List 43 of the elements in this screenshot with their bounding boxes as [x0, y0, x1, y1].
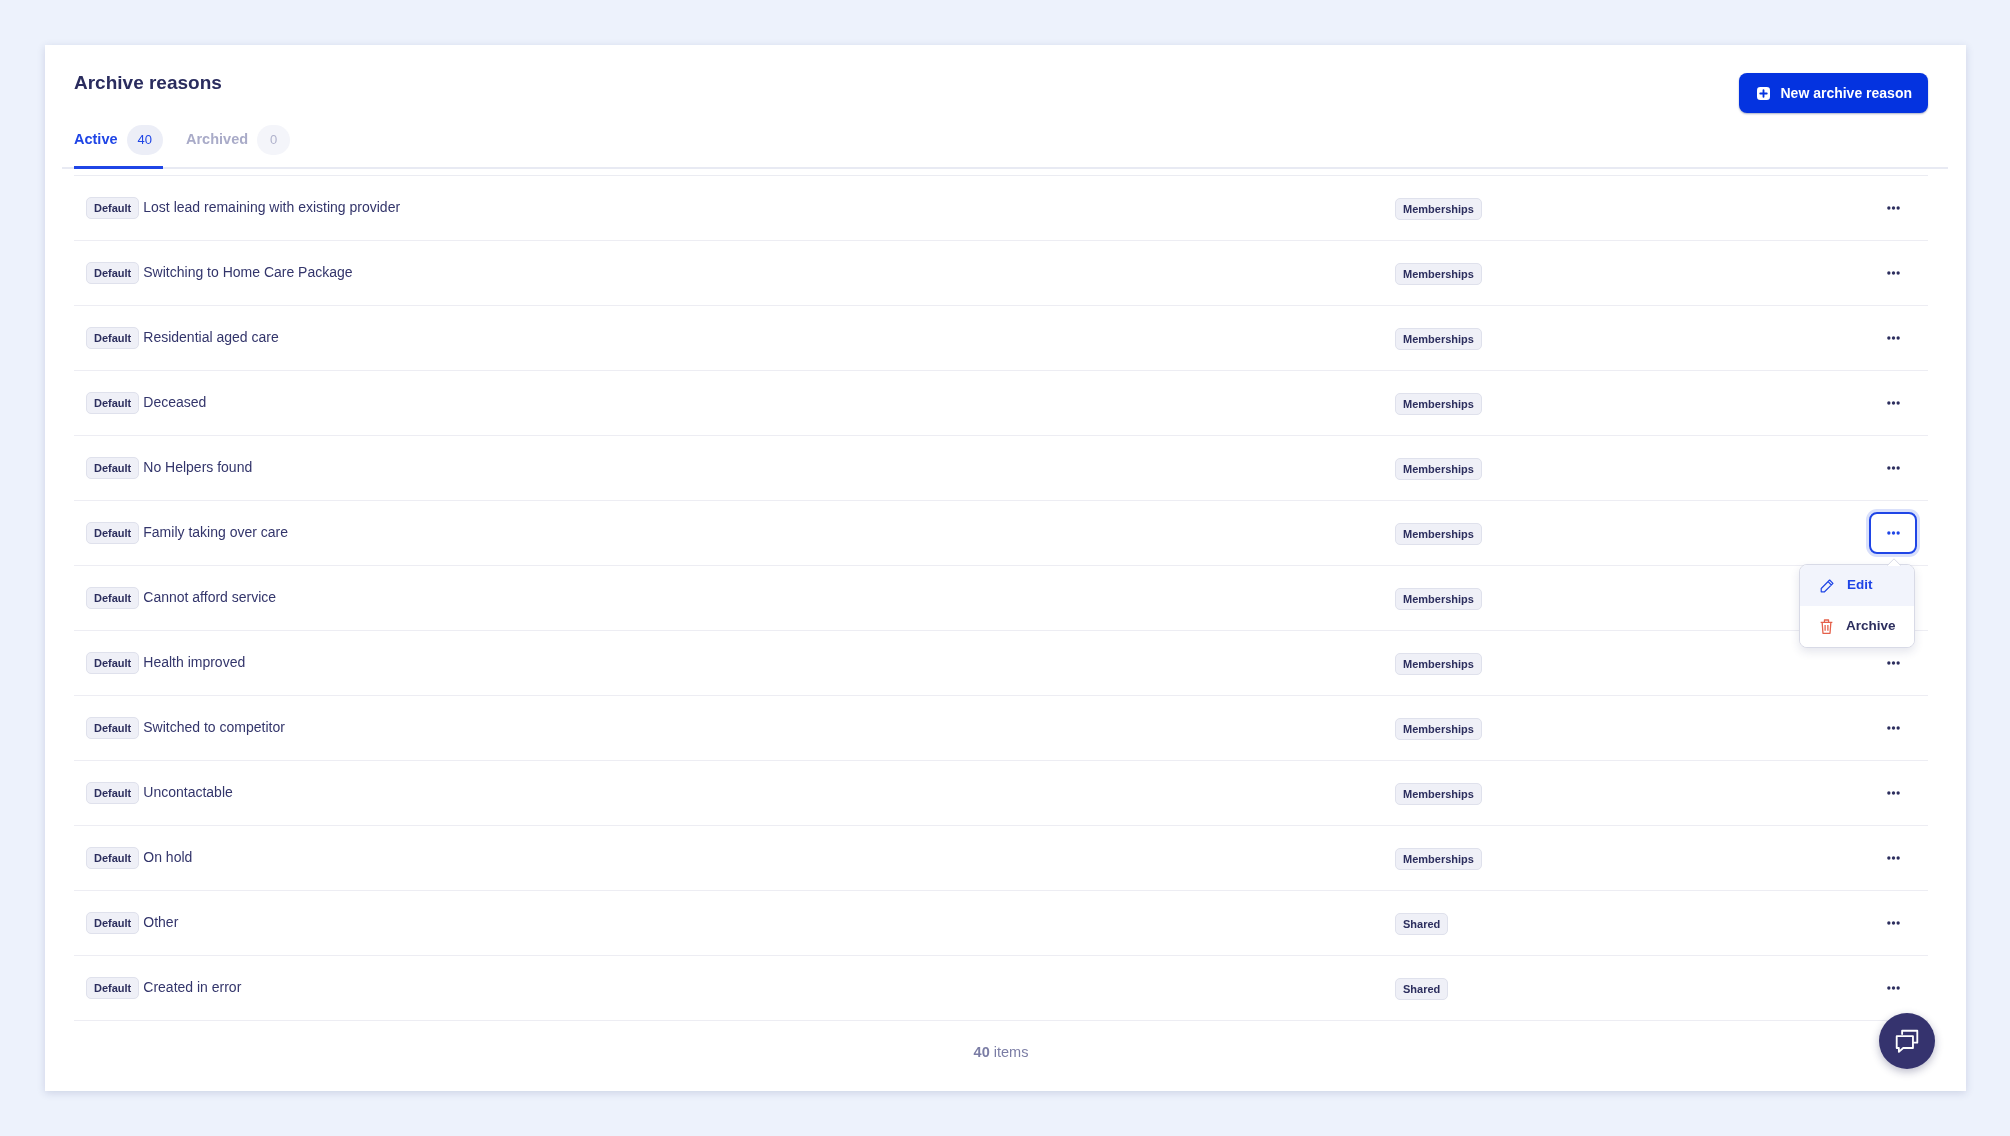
- category-tag: Memberships: [1395, 718, 1482, 741]
- reason-name: Residential aged care: [143, 327, 279, 347]
- page-title: Archive reasons: [74, 71, 222, 95]
- category-tag: Memberships: [1395, 458, 1482, 481]
- count-badge: 0: [257, 125, 291, 155]
- reason-name: Family taking over care: [143, 522, 288, 542]
- reason-name: Cannot afford service: [143, 587, 277, 607]
- default-tag: Default: [86, 782, 140, 804]
- category-tag: Memberships: [1395, 263, 1482, 286]
- reason-name: Lost lead remaining with existing provider: [143, 197, 401, 217]
- reason-name: No Helpers found: [143, 457, 253, 477]
- category-tag: Memberships: [1395, 328, 1482, 351]
- reason-name: Deceased: [143, 392, 207, 412]
- item-count: 40 items: [973, 1043, 1029, 1063]
- category-tag: Memberships: [1395, 653, 1482, 676]
- category-tag: Memberships: [1395, 393, 1482, 416]
- category-tag: Shared: [1395, 913, 1449, 936]
- default-tag: Default: [86, 457, 140, 479]
- category-tag: Memberships: [1395, 588, 1482, 611]
- default-tag: Default: [86, 847, 140, 869]
- default-tag: Default: [86, 977, 140, 999]
- count-badge: 40: [126, 125, 163, 155]
- category-tag: Memberships: [1395, 198, 1482, 221]
- reason-name: Switched to competitor: [143, 717, 285, 737]
- category-tag: Memberships: [1395, 523, 1482, 546]
- category-tag: Memberships: [1395, 783, 1482, 806]
- reason-name: Created in error: [143, 977, 242, 997]
- default-tag: Default: [86, 327, 140, 349]
- reason-name: On hold: [143, 847, 193, 867]
- category-tag: Shared: [1395, 978, 1449, 1001]
- category-tag: Memberships: [1395, 848, 1482, 871]
- reason-name: Uncontactable: [143, 782, 233, 802]
- default-tag: Default: [86, 262, 140, 284]
- default-tag: Default: [86, 652, 140, 674]
- default-tag: Default: [86, 587, 140, 609]
- default-tag: Default: [86, 912, 140, 934]
- default-tag: Default: [86, 717, 140, 739]
- reason-name: Other: [143, 912, 179, 932]
- reason-name: Switching to Home Care Package: [143, 262, 353, 282]
- reason-name: Health improved: [143, 652, 246, 672]
- default-tag: Default: [86, 197, 140, 219]
- default-tag: Default: [86, 522, 140, 544]
- default-tag: Default: [86, 392, 140, 414]
